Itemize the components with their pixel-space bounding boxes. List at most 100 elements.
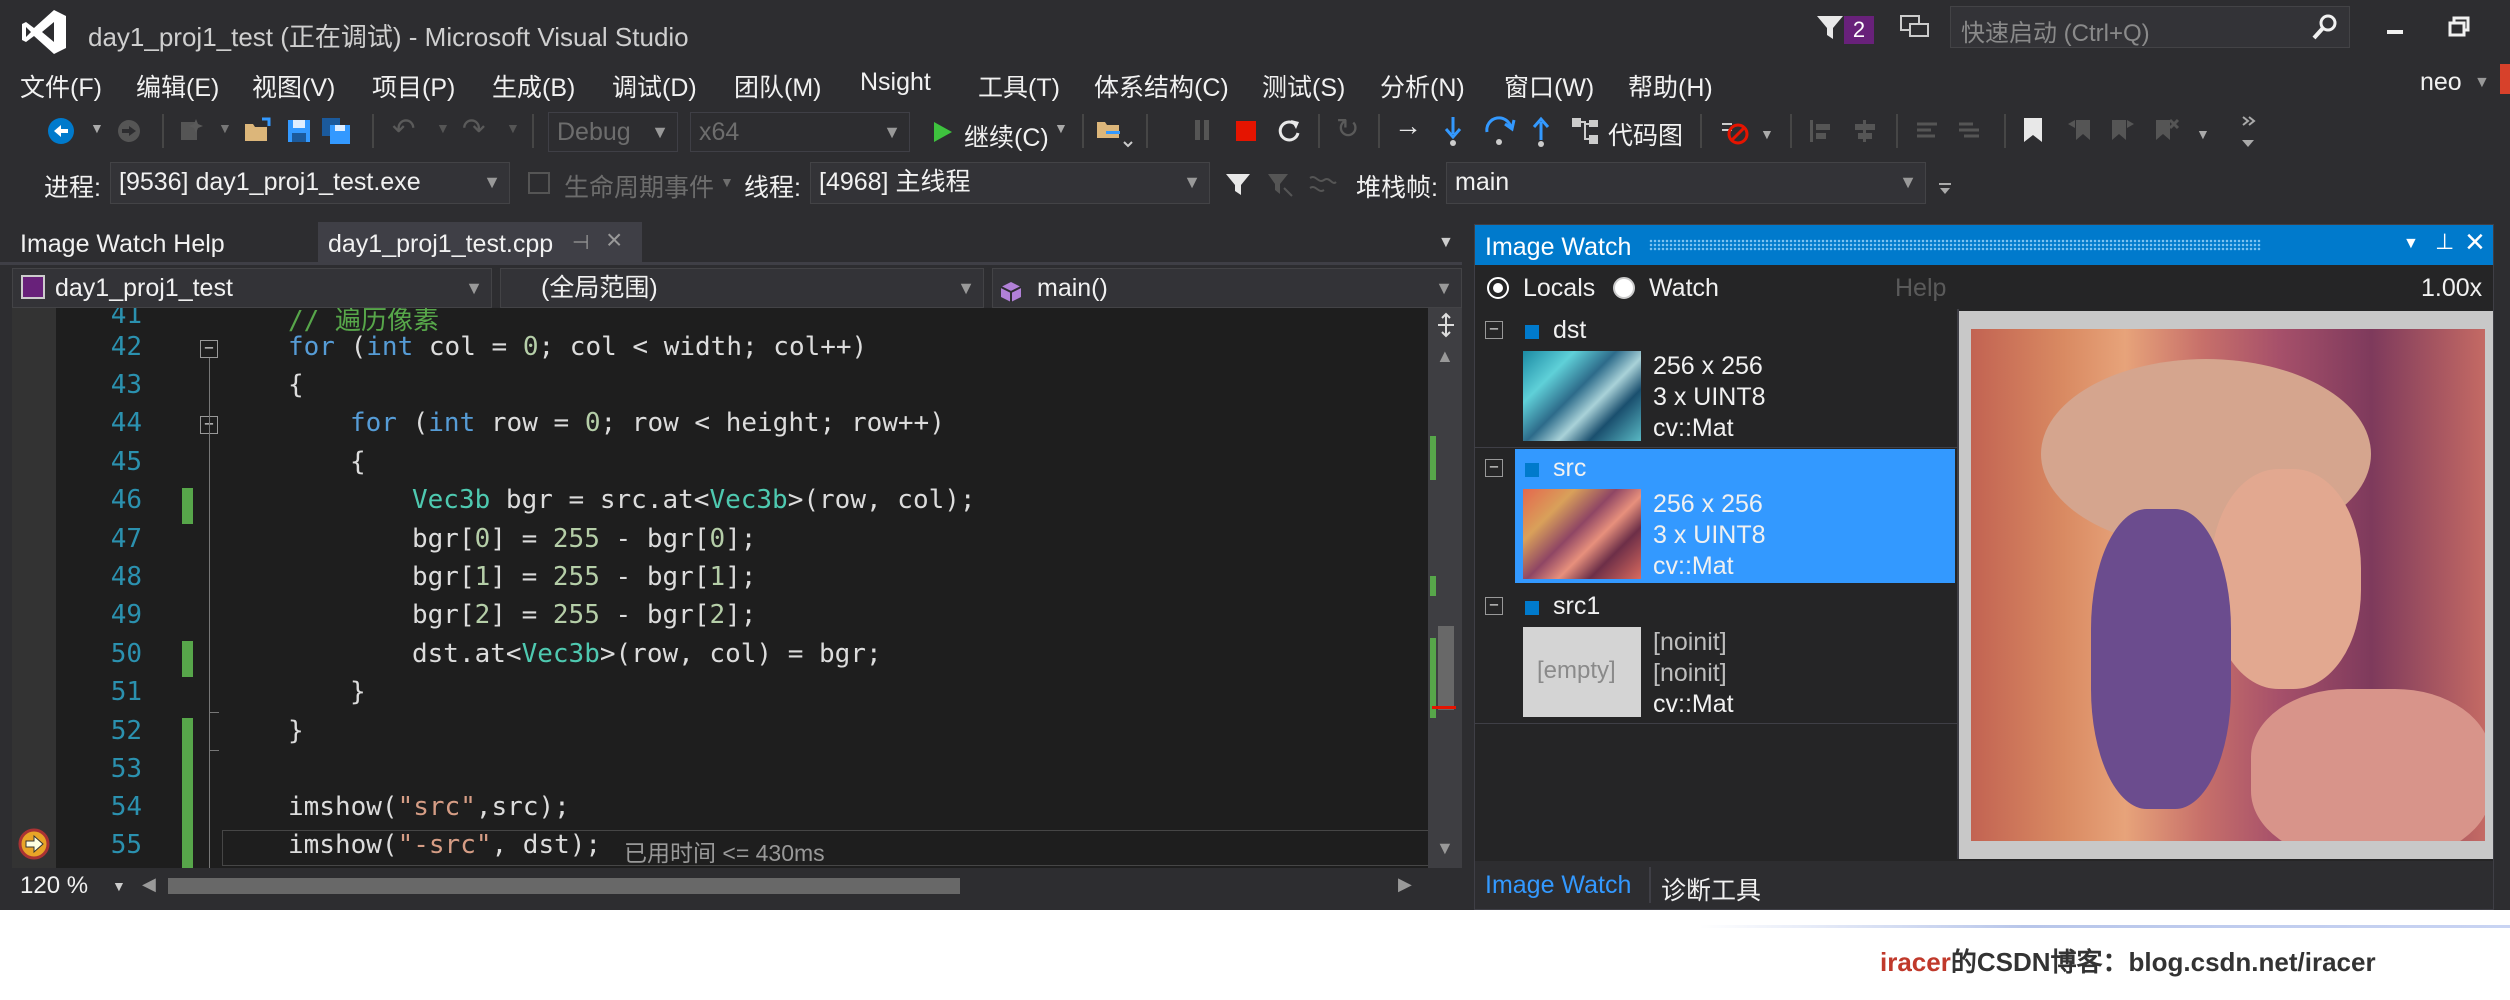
project-select[interactable]: day1_proj1_test ▼: [12, 268, 492, 308]
watch-label[interactable]: Watch: [1649, 273, 1719, 304]
step-over-icon[interactable]: [1482, 114, 1516, 148]
vertical-scrollbar[interactable]: ▲ ▼: [1428, 308, 1462, 868]
uncomment-icon[interactable]: [1956, 118, 1982, 144]
help-link[interactable]: Help: [1895, 273, 1946, 304]
redo-icon[interactable]: ↷: [462, 112, 485, 145]
code-editor[interactable]: 41 42 43 44 45 46 47 48 49 50 51 52 53 5…: [12, 308, 1462, 868]
window-position-dropdown-icon[interactable]: ▼: [2403, 235, 2419, 253]
image-viewer[interactable]: [1959, 311, 2493, 859]
navigate-back-icon[interactable]: [46, 116, 76, 146]
exceptions-dropdown-icon[interactable]: ▼: [1760, 126, 1774, 142]
menu-window[interactable]: 窗口(W): [1504, 68, 1594, 104]
locals-label[interactable]: Locals: [1523, 273, 1595, 304]
feedback-icon[interactable]: [1898, 12, 1932, 42]
restart-icon[interactable]: [1274, 116, 1304, 146]
zoom-level[interactable]: 120 %: [20, 872, 88, 900]
menu-test[interactable]: 测试(S): [1262, 68, 1345, 104]
tab-diagnostic-tools[interactable]: 诊断工具: [1661, 871, 1761, 907]
horizontal-scroll-thumb[interactable]: [168, 878, 960, 894]
locals-radio[interactable]: [1487, 277, 1509, 299]
show-threads-icon[interactable]: [1308, 170, 1338, 198]
pause-icon[interactable]: [1192, 120, 1214, 142]
align-left-icon[interactable]: [1808, 118, 1834, 144]
collapse-outline-icon[interactable]: −: [200, 340, 218, 358]
previous-bookmark-icon[interactable]: [2066, 116, 2092, 144]
quick-launch-input[interactable]: 快速启动 (Ctrl+Q): [1961, 13, 2150, 48]
open-file-icon[interactable]: [242, 116, 272, 146]
watch-radio[interactable]: [1613, 277, 1635, 299]
toolbar-overflow-icon[interactable]: [2240, 114, 2256, 150]
scroll-down-icon[interactable]: ▼: [1436, 838, 1454, 859]
scroll-left-icon[interactable]: ◀: [142, 874, 156, 895]
list-item-src1[interactable]: − src1 [empty] [noinit] [noinit] cv::Mat: [1475, 587, 1957, 724]
step-next-icon[interactable]: →: [1394, 110, 1422, 142]
list-item-dst[interactable]: − dst 256 x 256 3 x UINT8 cv::Mat: [1475, 311, 1957, 448]
step-into-icon[interactable]: [1440, 114, 1466, 148]
undo-dropdown-icon[interactable]: ▼: [436, 120, 450, 136]
step-out-icon[interactable]: [1528, 114, 1554, 148]
tab-image-watch[interactable]: Image Watch: [1485, 871, 1631, 900]
bookmark-icon[interactable]: [2022, 116, 2044, 144]
image-watch-titlebar[interactable]: Image Watch ▼ ⊥ ×: [1475, 223, 2493, 265]
tab-overflow-dropdown-icon[interactable]: ▼: [1438, 234, 1454, 252]
scroll-right-icon[interactable]: ▶: [1398, 874, 1412, 895]
save-all-icon[interactable]: [320, 116, 356, 146]
split-handle-icon[interactable]: [1436, 312, 1456, 338]
bookmark-dropdown-icon[interactable]: ▼: [2196, 126, 2210, 142]
tab-image-watch-help[interactable]: Image Watch Help: [0, 222, 310, 262]
thread-filter-icon[interactable]: [1224, 170, 1252, 198]
back-dropdown-icon[interactable]: ▼: [90, 120, 104, 136]
menu-team[interactable]: 团队(M): [734, 68, 821, 104]
menu-nsight[interactable]: Nsight: [860, 68, 931, 97]
new-project-icon[interactable]: [176, 116, 206, 146]
lifecycle-events-label[interactable]: 生命周期事件: [564, 168, 714, 204]
redo-dropdown-icon[interactable]: ▼: [506, 120, 520, 136]
zoom-dropdown-icon[interactable]: ▼: [112, 878, 126, 894]
user-account[interactable]: neo: [2420, 68, 2462, 97]
stackframe-select[interactable]: main ▼: [1446, 162, 1926, 204]
menu-help[interactable]: 帮助(H): [1628, 68, 1713, 104]
flag-threads-icon[interactable]: [1266, 170, 1294, 198]
clear-bookmarks-icon[interactable]: [2154, 116, 2180, 144]
navigate-forward-icon[interactable]: [116, 118, 142, 144]
code-map-label[interactable]: 代码图: [1608, 116, 1683, 152]
menu-analyze[interactable]: 分析(N): [1380, 68, 1465, 104]
pin-icon[interactable]: ⊣: [572, 230, 589, 255]
lifecycle-dropdown-icon[interactable]: ▼: [720, 174, 734, 190]
menu-view[interactable]: 视图(V): [252, 68, 335, 104]
solution-config-select[interactable]: Debug ▼: [548, 112, 678, 152]
notification-filter-icon[interactable]: [1815, 12, 1845, 42]
toolbar-options-icon[interactable]: [1938, 182, 1952, 196]
lifecycle-events-icon[interactable]: [528, 172, 550, 194]
align-center-icon[interactable]: [1852, 118, 1878, 144]
next-bookmark-icon[interactable]: [2110, 116, 2136, 144]
minimize-button[interactable]: [2375, 12, 2415, 42]
exception-settings-icon[interactable]: [1718, 116, 1752, 150]
new-dropdown-icon[interactable]: ▼: [218, 120, 232, 136]
quick-launch-box[interactable]: 快速启动 (Ctrl+Q): [1950, 6, 2350, 48]
collapse-item-icon[interactable]: −: [1485, 597, 1503, 615]
process-select[interactable]: [9536] day1_proj1_test.exe ▼: [110, 162, 510, 204]
collapse-item-icon[interactable]: −: [1485, 321, 1503, 339]
process-attach-icon[interactable]: [1094, 116, 1134, 150]
code-map-icon[interactable]: [1570, 116, 1600, 146]
menu-architecture[interactable]: 体系结构(C): [1094, 68, 1229, 104]
thread-select[interactable]: [4968] 主线程 ▼: [810, 162, 1210, 204]
stop-debugging-icon[interactable]: [1236, 121, 1256, 141]
menu-build[interactable]: 生成(B): [492, 68, 575, 104]
comment-out-icon[interactable]: [1914, 118, 1940, 144]
perf-tip[interactable]: 已用时间 <= 430ms: [624, 834, 825, 868]
member-select[interactable]: main() ▼: [992, 268, 1462, 308]
menu-tools[interactable]: 工具(T): [978, 68, 1060, 104]
scroll-thumb[interactable]: [1438, 626, 1454, 710]
show-next-statement-icon[interactable]: ↻: [1336, 112, 1359, 145]
menu-debug[interactable]: 调试(D): [612, 68, 697, 104]
pin-icon[interactable]: ⊥: [2435, 229, 2454, 255]
notification-badge[interactable]: 2: [1844, 16, 1874, 44]
undo-icon[interactable]: ↶: [392, 112, 415, 145]
menu-file[interactable]: 文件(F): [20, 68, 102, 104]
restore-button[interactable]: [2440, 12, 2480, 42]
collapse-item-icon[interactable]: −: [1485, 459, 1503, 477]
list-item-src[interactable]: − src 256 x 256 3 x UINT8 cv::Mat: [1475, 449, 1957, 585]
menu-project[interactable]: 项目(P): [372, 68, 455, 104]
